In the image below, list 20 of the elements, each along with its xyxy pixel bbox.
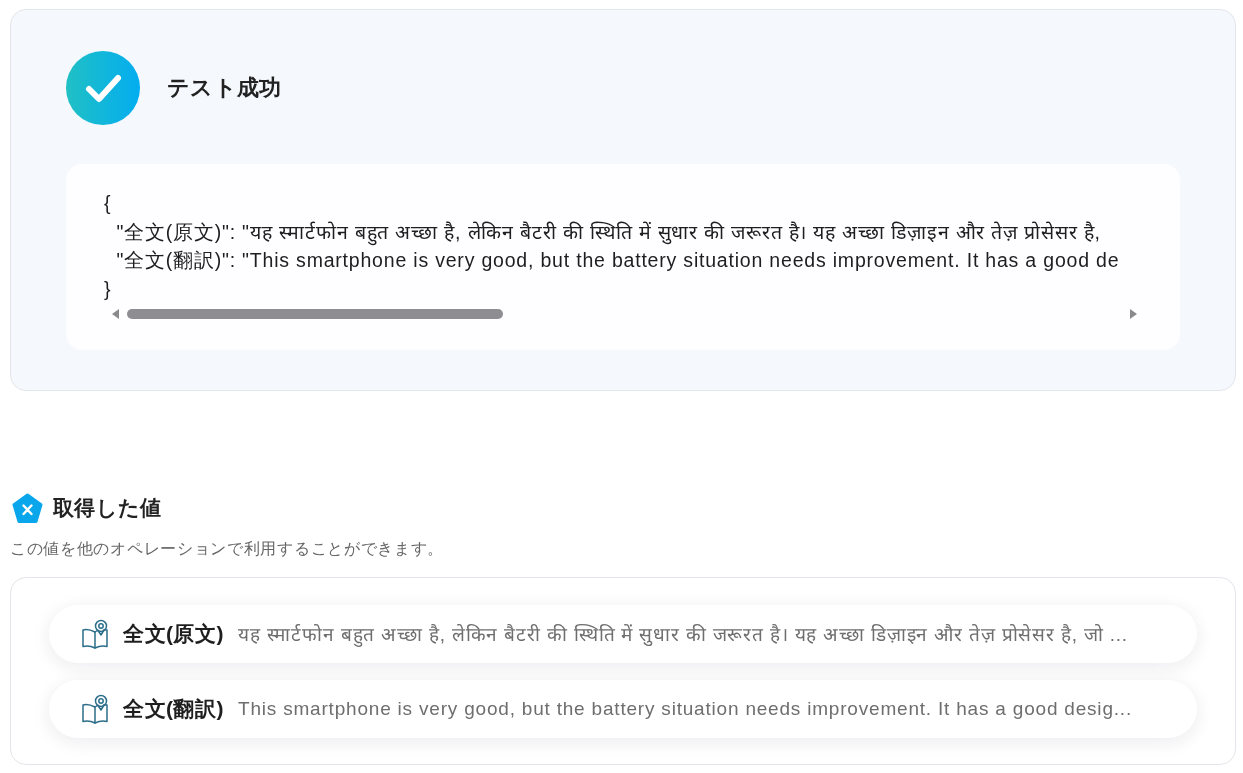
value-label: 全文(翻訳) xyxy=(123,695,224,722)
value-text: यह स्मार्टफोन बहुत अच्छा है, लेकिन बैटरी की स्थिति में सुधार की जरूरत है। यह अच्छा डिज़ाइन और तेज़ प्रोसेसर है, जो ... xyxy=(238,622,1128,647)
code-line: } xyxy=(104,277,112,303)
scroll-right-icon[interactable] xyxy=(1130,308,1137,319)
value-text: This smartphone is very good, but the battery situation needs improvement. It has a good desig... xyxy=(238,697,1132,720)
book-pin-icon xyxy=(82,693,108,724)
code-line: "全文(原文)": "यह स्मार्टफोन बहुत अच्छा है, लेकिन बैटरी की स्थिति में सुधार की जरूरत है। यह अच्छा डिज़ाइन और तेज़ प्रोसेसर है, xyxy=(104,217,1101,247)
check-circle-icon xyxy=(66,51,140,125)
code-line: "全文(翻訳)": "This smartphone is very good, but the battery situation needs improvement. It has a good de xyxy=(115,248,1120,274)
section-description: この値を他のオペレーションで利用することができます。 xyxy=(10,538,446,559)
code-line: { xyxy=(104,191,112,216)
value-row[interactable]: 全文(翻訳) This smartphone is very good, but the battery situation needs improvement. It has a good desig... xyxy=(49,679,1197,738)
book-pin-icon xyxy=(82,618,108,649)
scrollbar-thumb[interactable] xyxy=(127,308,503,319)
value-label: 全文(原文) xyxy=(123,620,224,647)
section-title: 取得した値 xyxy=(53,495,162,522)
scroll-left-icon[interactable] xyxy=(112,308,119,319)
pentagon-cross-icon xyxy=(12,492,43,524)
result-title: テスト成功 xyxy=(167,74,282,102)
value-row[interactable]: 全文(原文) यह स्मार्टफोन बहुत अच्छा है, लेकिन बैटरी की स्थिति में सुधार की जरूरत है। यह अच्छा डिज़ाइन और तेज़ प्रोसेसर है, जो ... xyxy=(49,604,1197,663)
